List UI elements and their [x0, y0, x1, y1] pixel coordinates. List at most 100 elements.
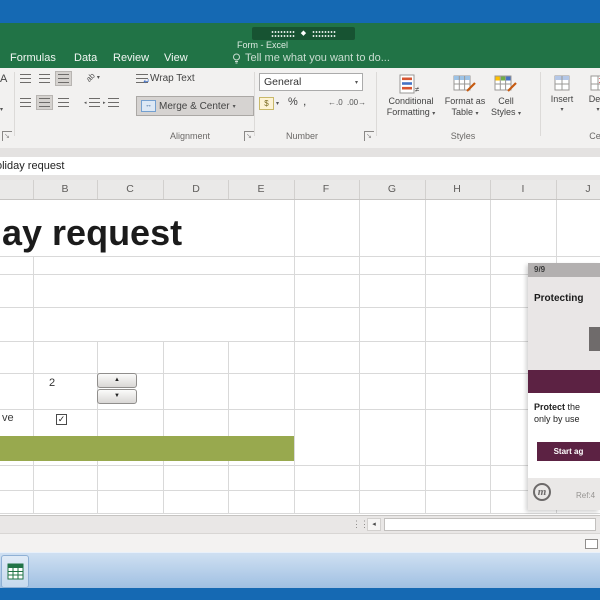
panel-heading: Protecting	[534, 293, 584, 304]
spin-up-button[interactable]: ▲	[97, 373, 137, 388]
align-top-button[interactable]	[20, 74, 31, 83]
gridline	[294, 200, 295, 513]
accounting-format-button[interactable]: $ ▾	[259, 97, 279, 110]
column-header-I[interactable]: I	[508, 183, 538, 195]
column-header-H[interactable]: H	[442, 183, 472, 195]
form-checkbox[interactable]: ✓	[56, 414, 67, 425]
start-again-button[interactable]: Start ag	[537, 442, 600, 461]
align-right-button[interactable]	[58, 98, 69, 107]
sheet-scroll-left-button[interactable]: ◂	[367, 518, 381, 531]
tab-view[interactable]: View	[164, 52, 188, 64]
merge-center-button[interactable]: ↔ Merge & Center ▾	[136, 96, 254, 116]
format-as-table-icon	[453, 75, 476, 92]
conditional-formatting-button[interactable]: ≠ Conditional Formatting ▾	[382, 70, 440, 136]
panel-divider-bar	[528, 370, 600, 393]
decrease-indent-icon	[88, 98, 100, 107]
chevron-down-icon: ▾	[518, 111, 522, 117]
alignment-dialog-launcher[interactable]: ↘	[244, 131, 254, 141]
up-arrow-icon: ▲	[114, 377, 120, 383]
gridline	[0, 465, 600, 466]
ribbon-bottom-strip	[0, 148, 600, 157]
desktop: ◆ Form - Excel Formulas Data Review View…	[0, 0, 600, 600]
align-bottom-button[interactable]	[55, 71, 72, 86]
cell-styles-button[interactable]: Cell Styles ▾	[488, 70, 524, 136]
panel-dark-button[interactable]	[589, 327, 600, 351]
scrollbar-grip-icon[interactable]: ⋮⋮	[352, 519, 369, 530]
tell-me-label: Tell me what you want to do...	[245, 52, 390, 64]
align-middle-icon	[39, 74, 50, 83]
align-center-button[interactable]	[36, 95, 53, 110]
chevron-down-icon: ▾	[596, 107, 600, 113]
align-middle-button[interactable]	[39, 74, 50, 83]
h-scrollbar-thumb[interactable]	[384, 518, 596, 531]
status-bar	[0, 533, 600, 552]
orientation-button[interactable]: ab ▾	[84, 71, 100, 84]
gridline	[0, 256, 600, 257]
tell-me-box[interactable]: Tell me what you want to do...	[232, 52, 390, 64]
formula-bar-value: oliday request	[0, 160, 65, 172]
spin-down-button[interactable]: ▼	[97, 389, 137, 404]
panel-body-line2: only by use	[534, 414, 580, 424]
decrease-decimal-icon: .00→	[347, 98, 367, 107]
column-header-D[interactable]: D	[181, 183, 211, 195]
font-size-fragment[interactable]: A	[0, 73, 7, 85]
column-header-B[interactable]: B	[50, 183, 80, 195]
chevron-down-icon: ▾	[276, 101, 280, 107]
brand-logo: m	[533, 483, 551, 501]
qat-buttons-right-icon[interactable]	[312, 29, 337, 38]
group-separator	[254, 72, 255, 136]
tab-data[interactable]: Data	[74, 52, 97, 64]
days-spinner[interactable]: ▲ ▼	[97, 373, 137, 406]
comma-style-button[interactable]: ,	[303, 94, 306, 108]
insert-cells-button[interactable]: Insert ▾	[546, 70, 578, 136]
view-shortcut-icon[interactable]	[585, 539, 598, 549]
days-value-cell[interactable]: 2	[44, 377, 60, 389]
column-header-G[interactable]: G	[377, 183, 407, 195]
qat-buttons-left-icon[interactable]	[270, 29, 295, 38]
wrap-text-button[interactable]: ↵ Wrap Text	[136, 73, 195, 85]
merge-center-label: Merge & Center	[159, 100, 230, 112]
formula-bar[interactable]: oliday request	[0, 157, 600, 176]
decrease-decimal-button[interactable]: .00→	[347, 98, 366, 107]
percent-style-button[interactable]: %	[288, 96, 298, 108]
increase-decimal-button[interactable]: ←.0	[328, 98, 343, 107]
column-header-F[interactable]: F	[311, 183, 341, 195]
format-as-table-button[interactable]: Format as Table ▾	[442, 70, 488, 136]
chevron-down-icon: ▾	[560, 107, 564, 113]
quick-access-toolbar[interactable]: ◆	[252, 27, 355, 40]
group-separator	[376, 72, 377, 136]
number-format-select[interactable]: General ▾	[259, 73, 363, 91]
column-header-C[interactable]: C	[115, 183, 145, 195]
delete-cells-button[interactable]: x Dele ▾	[582, 70, 600, 136]
worksheet[interactable]: ay request 2 ▲ ▼ ve ✓	[0, 200, 600, 515]
font-dropdown-icon[interactable]: ▾	[0, 106, 3, 113]
chevron-down-icon: ▾	[96, 75, 100, 81]
left-arrow-icon: ◂	[372, 521, 376, 528]
panel-text-section: Protect the only by use Start ag	[528, 393, 600, 478]
excel-title-bar: ◆ Form - Excel	[0, 23, 600, 50]
tab-formulas[interactable]: Formulas	[10, 52, 56, 64]
decrease-indent-button[interactable]: ◂	[84, 98, 100, 107]
taskbar	[0, 552, 600, 588]
increase-indent-button[interactable]: ▸	[103, 98, 119, 107]
font-dialog-launcher[interactable]: ↘	[2, 131, 12, 141]
panel-body: Protecting	[528, 277, 600, 370]
ref-label: Ref:4	[576, 491, 596, 500]
group-separator	[14, 72, 15, 136]
format-as-table-label: Format as	[444, 96, 486, 106]
form-accent-bar	[0, 436, 294, 461]
conditional-formatting-label: Conditional	[388, 96, 434, 106]
align-left-button[interactable]	[20, 98, 31, 107]
cell-styles-label: Cell	[498, 96, 514, 106]
delete-label: Dele	[588, 94, 600, 104]
number-dialog-launcher[interactable]: ↘	[364, 131, 374, 141]
form-title-cell[interactable]: ay request	[2, 212, 182, 254]
wrap-text-label: Wrap Text	[150, 73, 195, 84]
column-header-E[interactable]: E	[246, 183, 276, 195]
column-header-J[interactable]: J	[573, 183, 600, 195]
gridline	[0, 274, 600, 275]
tab-review[interactable]: Review	[113, 52, 149, 64]
excel-taskbar-button[interactable]	[1, 555, 29, 588]
panel-body-after-bold: the	[565, 402, 581, 412]
chevron-down-icon: ▾	[232, 103, 236, 110]
